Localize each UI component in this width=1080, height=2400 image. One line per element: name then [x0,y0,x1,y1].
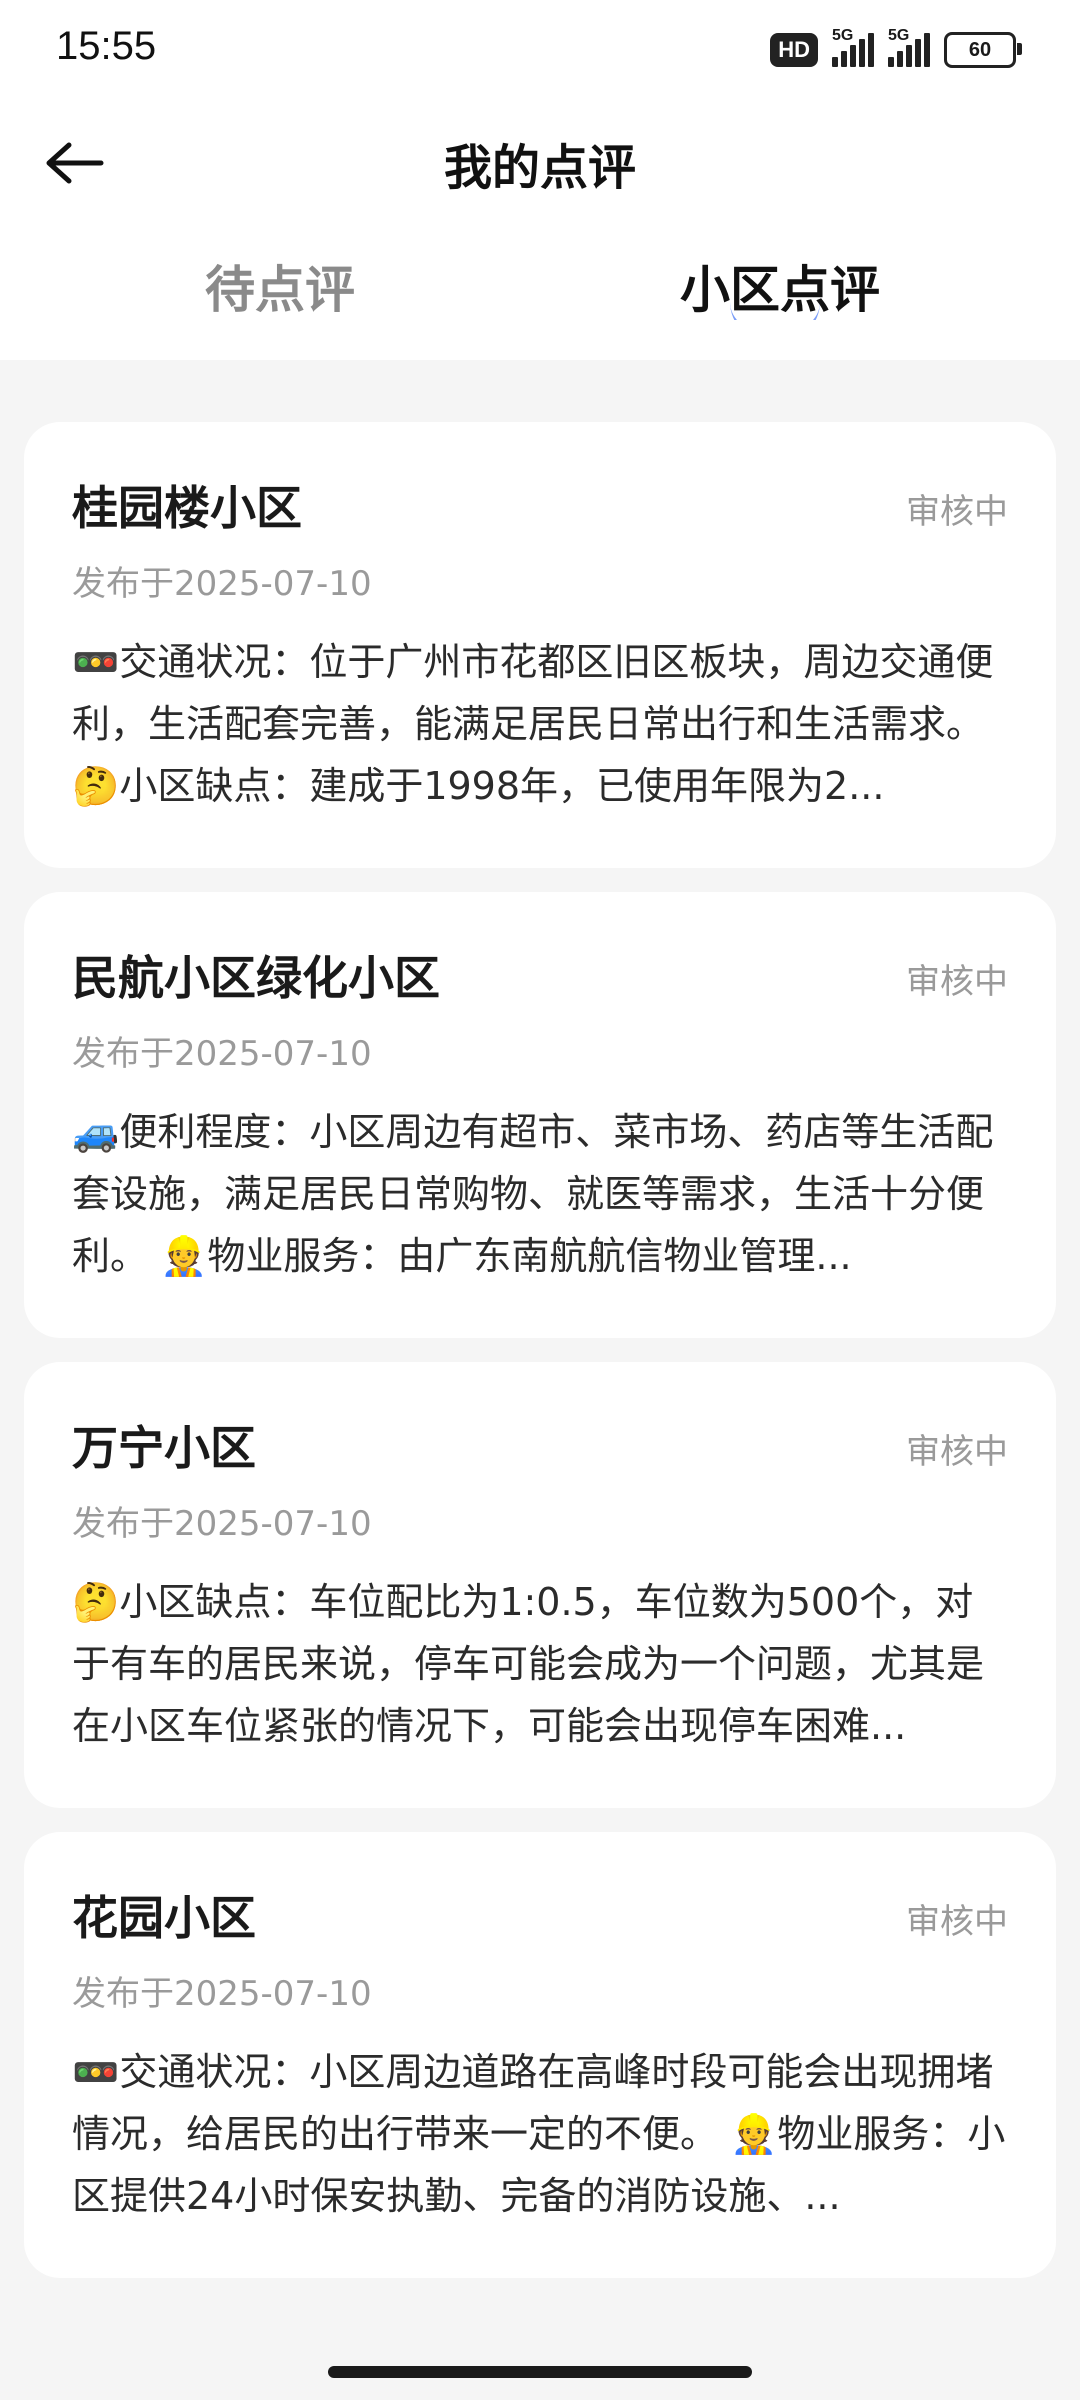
community-name: 花园小区 [72,1891,256,1945]
status-badge: 审核中 [906,1432,1008,1472]
battery-icon: 60 [944,32,1022,68]
review-card[interactable]: 民航小区绿化小区 审核中 发布于2025-07-10 🚙便利程度：小区周边有超市… [24,892,1056,1338]
battery-level: 60 [968,38,992,61]
signal-icon: 5G [832,27,874,67]
publish-date: 发布于2025-07-10 [72,1974,372,2014]
home-indicator[interactable] [328,2366,752,2378]
publish-date: 发布于2025-07-10 [72,1504,372,1544]
signal-icon: 5G [888,27,930,67]
publish-date: 发布于2025-07-10 [72,1034,372,1074]
community-name: 桂园楼小区 [72,481,302,535]
review-content: 🤔小区缺点：车位配比为1:0.5，车位数为500个，对于有车的居民来说，停车可能… [72,1580,985,1748]
review-card[interactable]: 万宁小区 审核中 发布于2025-07-10 🤔小区缺点：车位配比为1:0.5，… [24,1362,1056,1808]
status-time: 15:55 [56,24,157,68]
tab-pending-review[interactable]: 待点评 [10,250,550,322]
community-name: 民航小区绿化小区 [72,951,440,1005]
community-name: 万宁小区 [72,1421,256,1475]
status-badge: 审核中 [906,1902,1008,1942]
status-icons: HD 5G 5G 60 [770,27,1022,72]
review-content: 🚥交通状况：小区周边道路在高峰时段可能会出现拥堵情况，给居民的出行带来一定的不便… [72,2050,1006,2218]
status-badge: 审核中 [906,962,1008,1002]
hd-icon: HD [770,33,818,67]
review-card[interactable]: 桂园楼小区 审核中 发布于2025-07-10 🚥交通状况：位于广州市花都区旧区… [24,422,1056,868]
review-content: 🚙便利程度：小区周边有超市、菜市场、药店等生活配套设施，满足居民日常购物、就医等… [72,1110,994,1278]
review-content: 🚥交通状况：位于广州市花都区旧区板块，周边交通便利，生活配套完善，能满足居民日常… [72,640,994,808]
network-type-label: 5G [832,27,854,44]
review-card[interactable]: 花园小区 审核中 发布于2025-07-10 🚥交通状况：小区周边道路在高峰时段… [24,1832,1056,2278]
page-title: 我的点评 [443,140,636,196]
network-type-label: 5G [888,27,910,44]
partial-card [24,320,1056,360]
status-bar: 15:55 HD 5G 5G 60 [0,0,1080,100]
publish-date: 发布于2025-07-10 [72,564,372,604]
status-badge: 审核中 [906,492,1008,532]
